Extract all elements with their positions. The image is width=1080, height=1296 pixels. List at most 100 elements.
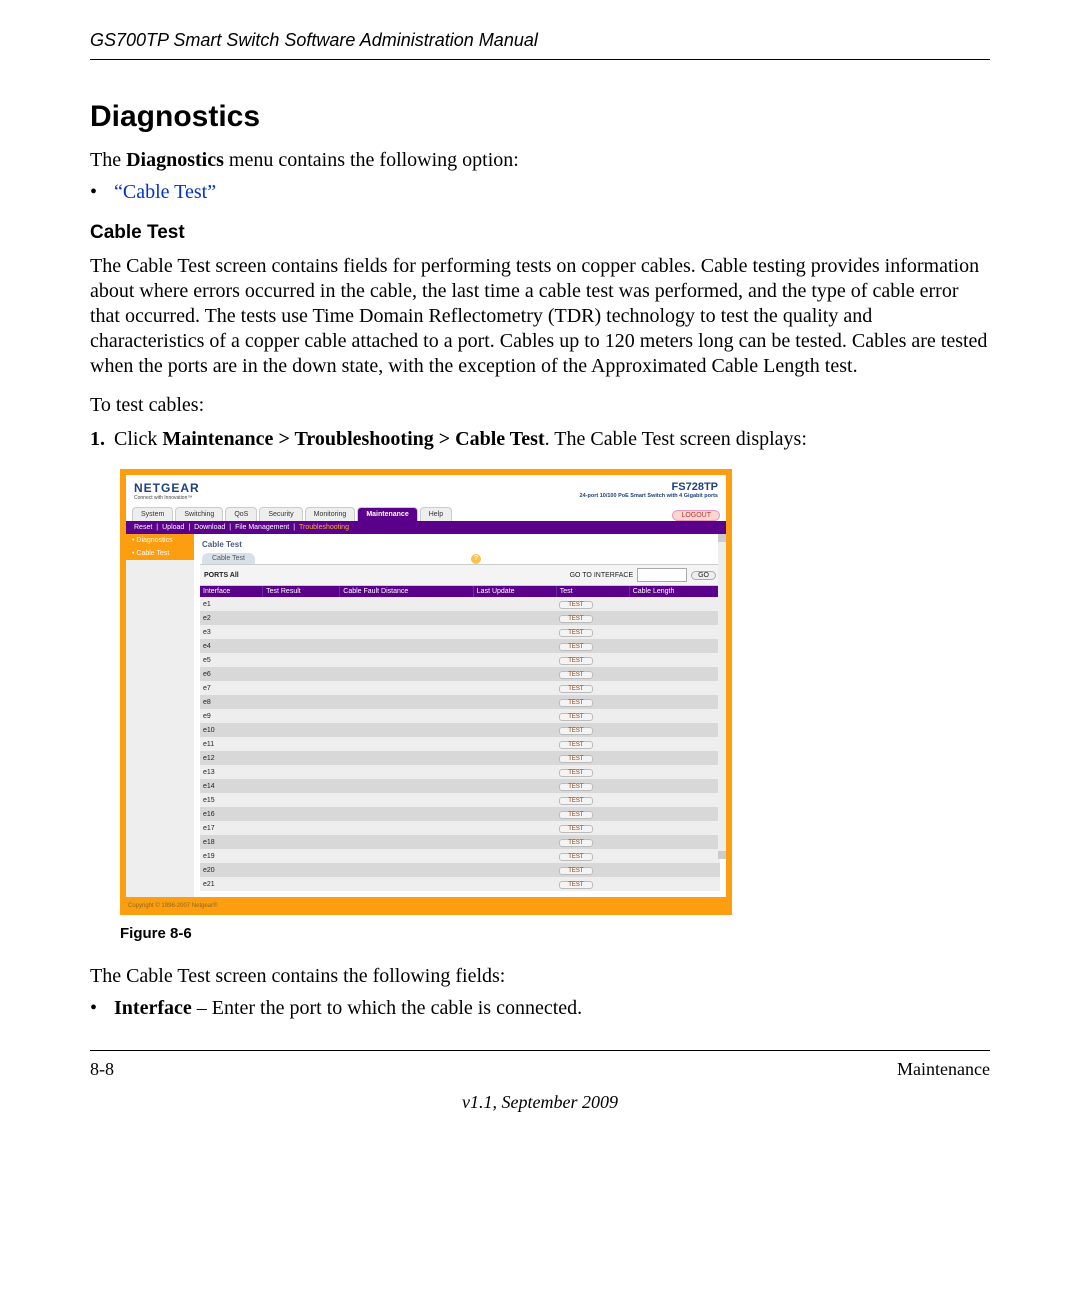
table-row: e17TEST bbox=[200, 821, 720, 835]
cell-empty bbox=[629, 807, 719, 821]
cell-empty bbox=[340, 737, 474, 751]
cell-empty bbox=[263, 709, 340, 723]
cable-test-table: InterfaceTest ResultCable Fault Distance… bbox=[200, 586, 720, 891]
table-row: e6TEST bbox=[200, 667, 720, 681]
tab-help[interactable]: Help bbox=[420, 507, 452, 521]
sidebar-item-cable-test[interactable]: • Cable Test bbox=[126, 547, 194, 560]
test-button[interactable]: TEST bbox=[559, 699, 592, 707]
test-button[interactable]: TEST bbox=[559, 629, 592, 637]
col-cable-length: Cable Length bbox=[629, 586, 719, 597]
test-button[interactable]: TEST bbox=[559, 657, 592, 665]
cell-empty bbox=[473, 625, 556, 639]
cell-interface: e11 bbox=[200, 737, 263, 751]
scrollbar[interactable] bbox=[718, 534, 726, 859]
cell-interface: e12 bbox=[200, 751, 263, 765]
test-button[interactable]: TEST bbox=[559, 727, 592, 735]
cell-test: TEST bbox=[556, 667, 629, 681]
cell-interface: e15 bbox=[200, 793, 263, 807]
subnav-reset[interactable]: Reset bbox=[134, 524, 152, 531]
brand-block: NETGEAR Connect with Innovation™ bbox=[134, 481, 200, 501]
tab-switching[interactable]: Switching bbox=[175, 507, 223, 521]
test-button[interactable]: TEST bbox=[559, 601, 592, 609]
cell-empty bbox=[473, 597, 556, 611]
sub-nav: Reset|Upload|Download|File Management|Tr… bbox=[126, 521, 726, 534]
scroll-up-icon[interactable] bbox=[718, 534, 726, 542]
cable-test-link[interactable]: “Cable Test” bbox=[114, 181, 216, 203]
tab-maintenance[interactable]: Maintenance bbox=[357, 507, 417, 521]
test-button[interactable]: TEST bbox=[559, 671, 592, 679]
cell-empty bbox=[263, 863, 340, 877]
footer-version: v1.1, September 2009 bbox=[90, 1092, 990, 1113]
panel-sub-tab[interactable]: Cable Test ? bbox=[202, 553, 255, 564]
subnav-download[interactable]: Download bbox=[194, 524, 225, 531]
cell-empty bbox=[629, 793, 719, 807]
goto-label: GO TO INTERFACE bbox=[570, 572, 634, 579]
cell-test: TEST bbox=[556, 863, 629, 877]
test-button[interactable]: TEST bbox=[559, 853, 592, 861]
test-button[interactable]: TEST bbox=[559, 615, 592, 623]
cell-empty bbox=[263, 849, 340, 863]
field-interface: Interface – Enter the port to which the … bbox=[114, 997, 990, 1020]
subnav-separator: | bbox=[188, 524, 190, 531]
tab-security[interactable]: Security bbox=[259, 507, 302, 521]
cell-empty bbox=[263, 723, 340, 737]
ports-bar: PORTS All GO TO INTERFACE GO bbox=[200, 564, 720, 586]
scroll-down-icon[interactable] bbox=[718, 851, 726, 859]
cell-empty bbox=[473, 709, 556, 723]
subnav-file-management[interactable]: File Management bbox=[235, 524, 289, 531]
app-frame: NETGEAR Connect with Innovation™ FS728TP… bbox=[120, 469, 732, 915]
test-button[interactable]: TEST bbox=[559, 825, 592, 833]
logout-button[interactable]: LOGOUT bbox=[672, 510, 720, 521]
model-desc: 24-port 10/100 PoE Smart Switch with 4 G… bbox=[580, 493, 718, 499]
test-button[interactable]: TEST bbox=[559, 741, 592, 749]
cell-empty bbox=[629, 653, 719, 667]
sidebar-item-diagnostics[interactable]: • Diagnostics bbox=[126, 534, 194, 547]
goto-interface-input[interactable] bbox=[637, 568, 687, 582]
test-button[interactable]: TEST bbox=[559, 755, 592, 763]
tab-qos[interactable]: QoS bbox=[225, 507, 257, 521]
test-button[interactable]: TEST bbox=[559, 685, 592, 693]
brand-tagline: Connect with Innovation™ bbox=[134, 495, 200, 501]
go-button[interactable]: GO bbox=[691, 571, 716, 580]
cell-test: TEST bbox=[556, 849, 629, 863]
cell-empty bbox=[473, 667, 556, 681]
cell-empty bbox=[473, 653, 556, 667]
test-button[interactable]: TEST bbox=[559, 797, 592, 805]
test-button[interactable]: TEST bbox=[559, 769, 592, 777]
cell-test: TEST bbox=[556, 807, 629, 821]
main-tabs: SystemSwitchingQoSSecurityMonitoringMain… bbox=[126, 503, 726, 521]
copyright-text: Copyright © 1996-2007 Netgear® bbox=[126, 897, 726, 909]
col-cable-fault-distance: Cable Fault Distance bbox=[340, 586, 474, 597]
help-icon[interactable]: ? bbox=[471, 554, 481, 564]
cell-empty bbox=[340, 779, 474, 793]
table-row: e12 TEST bbox=[200, 751, 720, 765]
cell-empty bbox=[629, 835, 719, 849]
subnav-separator: | bbox=[156, 524, 158, 531]
step1-path: Maintenance > Troubleshooting > Cable Te… bbox=[162, 428, 544, 450]
cell-empty bbox=[263, 611, 340, 625]
to-test-cables: To test cables: bbox=[90, 393, 990, 418]
subnav-upload[interactable]: Upload bbox=[162, 524, 184, 531]
cell-empty bbox=[473, 751, 556, 765]
test-button[interactable]: TEST bbox=[559, 839, 592, 847]
table-row: e18TEST bbox=[200, 835, 720, 849]
cell-empty bbox=[340, 653, 474, 667]
cell-test: TEST bbox=[556, 639, 629, 653]
cell-empty bbox=[340, 723, 474, 737]
cell-test: TEST bbox=[556, 877, 629, 891]
subnav-troubleshooting[interactable]: Troubleshooting bbox=[299, 524, 349, 531]
test-button[interactable]: TEST bbox=[559, 811, 592, 819]
test-button[interactable]: TEST bbox=[559, 643, 592, 651]
bullet-item: “Cable Test” bbox=[114, 181, 990, 204]
test-button[interactable]: TEST bbox=[559, 881, 592, 889]
test-button[interactable]: TEST bbox=[559, 713, 592, 721]
tab-monitoring[interactable]: Monitoring bbox=[305, 507, 356, 521]
cell-empty bbox=[629, 751, 719, 765]
cell-interface: e8 bbox=[200, 695, 263, 709]
tab-system[interactable]: System bbox=[132, 507, 173, 521]
test-button[interactable]: TEST bbox=[559, 867, 592, 875]
test-button[interactable]: TEST bbox=[559, 783, 592, 791]
model-name: FS728TP bbox=[672, 481, 718, 493]
figure-8-6: NETGEAR Connect with Innovation™ FS728TP… bbox=[120, 469, 990, 942]
cell-empty bbox=[263, 751, 340, 765]
